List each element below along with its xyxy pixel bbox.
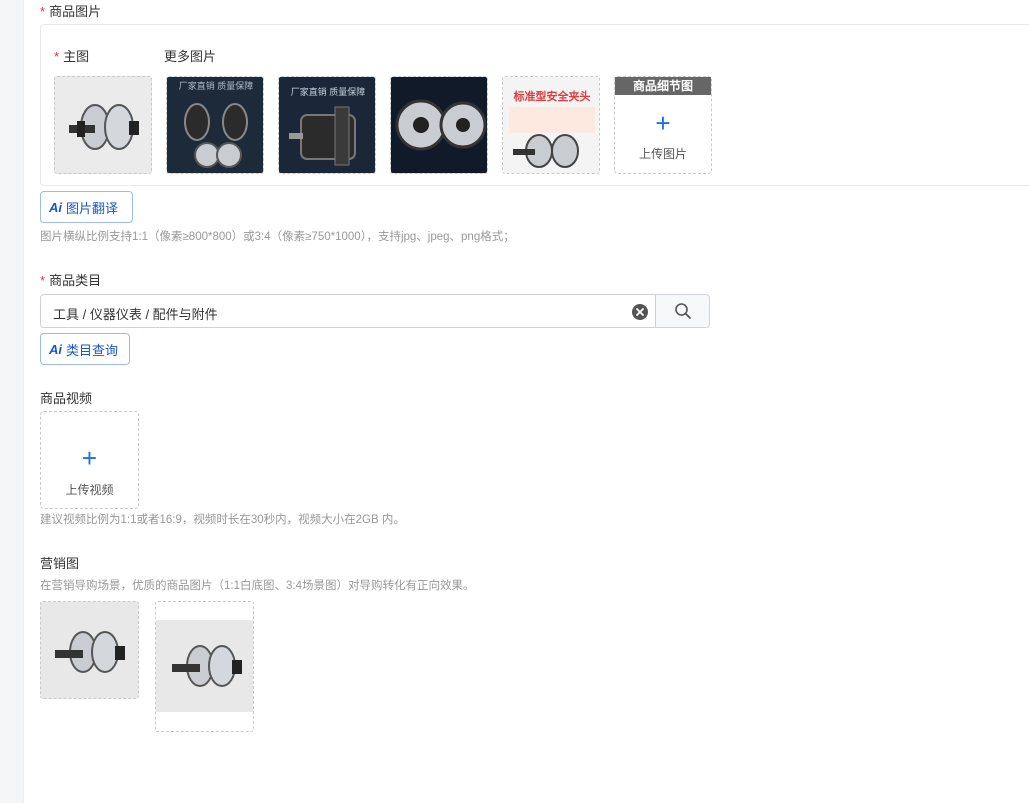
detail-image-upload[interactable]: 商品细节图 + 上传图片 [614, 76, 712, 174]
ai-icon: Ai [49, 199, 62, 215]
marketing-image-3x4[interactable] [155, 601, 254, 732]
marketing-label: 营销图 [40, 556, 80, 571]
chuck-product-image [156, 602, 253, 731]
upload-video-label: 上传视频 [65, 483, 114, 497]
video-label: 商品视频 [40, 391, 93, 406]
left-gutter [0, 0, 24, 803]
more-image-thumb[interactable]: 厂家直销 质量保障 [166, 76, 264, 174]
image-translate-label: 图片翻译 [66, 200, 119, 216]
category-query-label: 类目查询 [66, 342, 119, 358]
image-format-hint: 图片横纵比例支持1:1（像素≥800*800）或3:4（像素≥750*1000）… [40, 231, 515, 243]
required-mark: * [40, 273, 46, 288]
upload-image-label: 上传图片 [638, 147, 687, 161]
clear-icon[interactable] [631, 303, 649, 321]
main-image-label: * 主图 [54, 49, 90, 64]
image-overlay-text: 厂家直销 质量保障 [290, 87, 366, 97]
category-label: * 商品类目 [40, 273, 102, 288]
more-image-thumb[interactable]: 标准型安全夹头 [502, 76, 600, 174]
required-mark: * [40, 4, 46, 19]
category-query-button[interactable]: Ai 类目查询 [40, 333, 130, 365]
category-value: 工具 / 仪器仪表 / 配件与附件 [53, 307, 218, 322]
main-image-thumb[interactable] [54, 76, 152, 174]
product-images-label: * 商品图片 [40, 4, 102, 19]
ai-icon: Ai [49, 341, 62, 357]
marketing-image-1x1[interactable] [40, 601, 139, 699]
chuck-product-image [41, 602, 138, 698]
search-icon [674, 303, 691, 319]
marketing-hint: 在营销导购场景，优质的商品图片（1:1白底图、3:4场景图）对导购转化有正向效果… [40, 580, 475, 592]
chuck-product-image [55, 77, 151, 173]
image-overlay-text: 厂家直销 质量保障 [178, 81, 254, 91]
product-images-panel: * 主图 更多图片 厂家直销 质量保障 厂家直销 质量保障 标准型安全夹头 商品… [40, 24, 1029, 186]
video-upload[interactable]: + 上传视频 [40, 411, 139, 509]
required-mark: * [54, 49, 60, 64]
image-translate-button[interactable]: Ai 图片翻译 [40, 191, 133, 223]
video-hint: 建议视频比例为1:1或者16:9，视频时长在30秒内，视频大小在2GB 内。 [40, 514, 405, 526]
more-image-thumb[interactable] [390, 76, 488, 174]
category-field[interactable]: 工具 / 仪器仪表 / 配件与附件 [40, 294, 710, 328]
more-image-thumb[interactable]: 厂家直销 质量保障 [278, 76, 376, 174]
image-overlay-text: 标准型安全夹头 [513, 91, 591, 103]
category-search-button[interactable] [655, 295, 709, 327]
chuck-product-image [391, 77, 487, 173]
detail-image-header: 商品细节图 [615, 77, 711, 95]
plus-icon: + [655, 108, 671, 138]
plus-icon: + [81, 443, 98, 473]
more-images-label: 更多图片 [164, 49, 217, 64]
